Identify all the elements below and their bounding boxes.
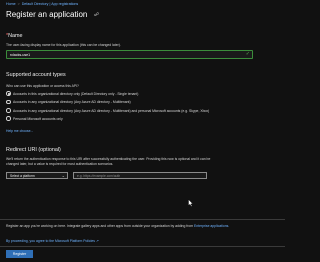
platform-select[interactable]: Select a platform ⌄	[6, 172, 68, 179]
footer-note: Register an app you're working on here. …	[6, 224, 229, 228]
redirect-description-line2: changed later, but a value is required f…	[6, 162, 114, 166]
breadcrumb: Home > Default Directory | App registratio…	[6, 2, 78, 6]
account-types-question: Who can use this application or access t…	[6, 84, 79, 88]
chevron-down-icon: ⌄	[61, 173, 65, 179]
footer-divider-bottom	[0, 246, 285, 247]
name-input-value: rclacks-use1	[10, 52, 31, 57]
radio-personal-only[interactable]	[6, 116, 11, 121]
platform-policies-text: By proceeding, you agree to the Microsof…	[6, 239, 95, 243]
redirect-description-line1: We'll return the authentication response…	[6, 157, 211, 161]
radio-single-tenant[interactable]	[6, 91, 11, 96]
radio-multitenant-label[interactable]: Accounts in any organizational directory…	[13, 100, 131, 104]
name-heading-text: Name	[8, 33, 23, 39]
radio-personal-only-label[interactable]: Personal Microsoft accounts only	[13, 117, 63, 121]
footer-note-text: Register an app you're working on here. …	[6, 224, 194, 228]
help-me-choose-link[interactable]: Help me choose...	[6, 129, 33, 133]
enterprise-applications-link[interactable]: Enterprise applications.	[194, 224, 229, 228]
radio-multitenant-personal-label[interactable]: Accounts in any organizational directory…	[13, 109, 209, 113]
redirect-url-field[interactable]	[73, 172, 207, 179]
platform-select-value: Select a platform	[10, 174, 35, 179]
name-heading: *Name	[6, 33, 23, 39]
checkmark-icon: ✓	[245, 51, 250, 58]
name-input[interactable]: rclacks-use1 ✓	[6, 50, 253, 59]
pin-icon[interactable]: ☍	[94, 12, 99, 18]
redirect-url-input[interactable]	[74, 173, 206, 178]
breadcrumb-separator: >	[17, 2, 20, 6]
name-description: The user-facing display name for this ap…	[6, 43, 121, 47]
breadcrumb-app-registrations-link[interactable]: Default Directory | App registrations	[22, 2, 78, 6]
radio-multitenant[interactable]	[6, 99, 11, 105]
mouse-cursor-icon	[188, 199, 194, 207]
external-link-icon: ↗	[95, 239, 99, 243]
footer-divider-top	[0, 219, 285, 220]
radio-multitenant-personal[interactable]	[6, 108, 11, 113]
breadcrumb-home-link[interactable]: Home	[6, 2, 16, 6]
platform-policies-link[interactable]: By proceeding, you agree to the Microsof…	[6, 239, 99, 243]
account-types-heading: Supported account types	[6, 72, 66, 78]
redirect-heading: Redirect URI (optional)	[6, 147, 61, 153]
page-title: Register an application	[6, 10, 88, 19]
radio-single-tenant-label[interactable]: Accounts in this organizational director…	[13, 92, 138, 96]
register-button[interactable]: Register	[6, 250, 33, 258]
